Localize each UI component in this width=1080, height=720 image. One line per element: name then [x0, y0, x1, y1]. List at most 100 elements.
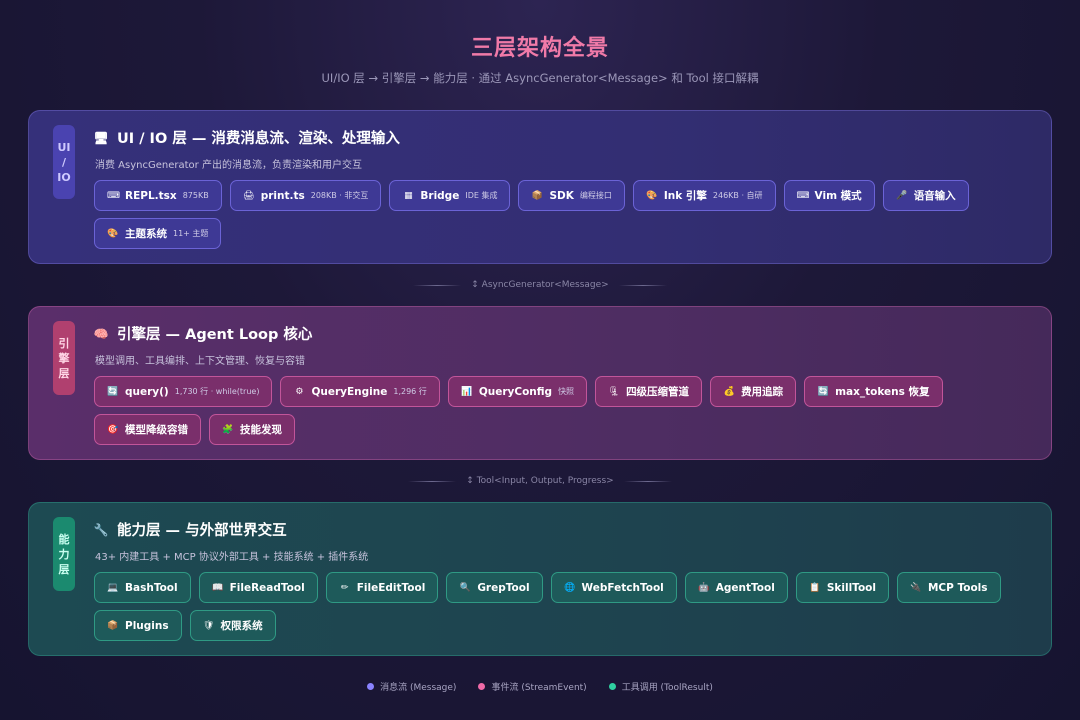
chip-vim-模式[interactable]: ⌨ Vim 模式 — [783, 180, 875, 211]
chip-note: 编程接口 — [579, 191, 612, 200]
chip-语音输入[interactable]: 🎤 语音输入 — [882, 180, 969, 211]
layer-engine: 引 擎 层 🧠 引擎层 — Agent Loop 核心 模型调用、工具编排、上下… — [28, 306, 1052, 460]
page-title: 三层架构全景 — [470, 36, 609, 61]
chip-主题系统[interactable]: 🎨 主题系统 11+ 主题 — [94, 218, 222, 249]
layer-title-capability: 🔧 能力层 — 与外部世界交互 — [93, 522, 287, 540]
chip-label: 费用追踪 — [741, 386, 784, 398]
chip-fileedittool[interactable]: ✏ FileEditTool — [325, 572, 439, 603]
chip-费用追踪[interactable]: 💰 费用追踪 — [710, 376, 797, 407]
chip-queryconfig[interactable]: 📊 QueryConfig 快照 — [447, 376, 588, 407]
chip-note: 1,730 行 · while(true) — [174, 387, 260, 396]
chip-icon: 🤖 — [698, 582, 710, 593]
legend-dot — [608, 683, 616, 690]
chip-label: SkillTool — [826, 581, 876, 594]
chip-label: MCP Tools — [927, 581, 988, 594]
chip-icon: 🎤 — [896, 190, 908, 201]
chip-filereadtool[interactable]: 📖 FileReadTool — [198, 572, 318, 603]
chip-webfetchtool[interactable]: 🌐 WebFetchTool — [550, 572, 677, 603]
chip-plugins[interactable]: 📦 Plugins — [94, 610, 182, 641]
wrench-icon: 🔧 — [93, 522, 109, 537]
connector-engine-cap: ↕ Tool<Input, Output, Progress> — [0, 474, 1080, 488]
chip-label: 权限系统 — [220, 620, 263, 632]
chip-repl-tsx[interactable]: ⌨ REPL.tsx 875KB — [94, 180, 222, 211]
layer-title-ui-io: 🖥 UI / IO 层 — 消费消息流、渲染、处理输入 — [93, 130, 400, 148]
chip-label: 四级压缩管道 — [626, 386, 690, 398]
legend-item-message: 消息流 (Message) — [367, 680, 456, 693]
connector-label: ↕ Tool<Input, Output, Progress> — [466, 476, 614, 486]
chip-skilltool[interactable]: 📋 SkillTool — [795, 572, 889, 603]
legend: 消息流 (Message) 事件流 (StreamEvent) 工具调用 (To… — [0, 680, 1080, 693]
chip-icon: 🔍 — [459, 582, 471, 593]
chip-icon: ⌨ — [107, 190, 120, 201]
chip-icon: 📋 — [809, 582, 821, 593]
chip-icon: ✏ — [340, 582, 349, 593]
chip-note: 875KB — [182, 191, 209, 200]
legend-dot — [478, 683, 486, 690]
chip-queryengine[interactable]: ⚙ QueryEngine 1,296 行 — [280, 376, 440, 407]
chip-icon: 🔄 — [817, 386, 829, 397]
legend-item-stream-event: 事件流 (StreamEvent) — [478, 680, 587, 693]
layer-desc-capability: 43+ 内建工具 + MCP 协议外部工具 + 技能系统 + 插件系统 — [95, 552, 369, 563]
chip-icon: 🎯 — [107, 424, 119, 435]
layer-tag-capability: 能 力 层 — [53, 517, 75, 591]
chip-ink-引擎[interactable]: 🎨 Ink 引擎 246KB · 自研 — [632, 180, 776, 211]
legend-item-tool-result: 工具调用 (ToolResult) — [608, 680, 713, 693]
chip-note: 1,296 行 — [393, 387, 427, 396]
chip-mcp-tools[interactable]: 🔌 MCP Tools — [896, 572, 1001, 603]
chip-icon: ▦ — [404, 190, 413, 201]
chip-label: QueryConfig — [478, 385, 553, 398]
chip-label: max_tokens 恢复 — [835, 386, 930, 398]
chip-label: 技能发现 — [240, 424, 282, 436]
chip-greptool[interactable]: 🔍 GrepTool — [446, 572, 543, 603]
chip-icon: 💰 — [723, 386, 735, 397]
chip-label: AgentTool — [715, 581, 775, 594]
connector-label: ↕ AsyncGenerator<Message> — [471, 280, 609, 290]
chip-print-ts[interactable]: 🖨 print.ts 208KB · 非交互 — [229, 180, 382, 211]
chip-list-ui-io: ⌨ REPL.tsx 875KB 🖨 print.ts 208KB · 非交互 ▦ Bridg… — [94, 180, 1034, 249]
layer-tag-engine: 引 擎 层 — [53, 321, 75, 395]
layer-ui-io: UI / IO 🖥 UI / IO 层 — 消费消息流、渲染、处理输入 消费 A… — [28, 110, 1052, 264]
chip-icon: 🧩 — [222, 424, 234, 435]
chip-bashtool[interactable]: 💻 BashTool — [94, 572, 191, 603]
chip-query[interactable]: 🔄 query() 1,730 行 · while(true) — [94, 376, 273, 407]
chip-label: WebFetchTool — [581, 581, 664, 594]
chip-技能发现[interactable]: 🧩 技能发现 — [209, 414, 295, 445]
chip-四级压缩管道[interactable]: 🗜 四级压缩管道 — [595, 376, 703, 407]
layer-title-engine: 🧠 引擎层 — Agent Loop 核心 — [93, 326, 313, 344]
chip-label: QueryEngine — [311, 385, 388, 398]
chip-icon: 🖨 — [242, 190, 255, 201]
chip-sdk[interactable]: 📦 SDK 编程接口 — [518, 180, 625, 211]
chip-label: 模型降级容错 — [125, 424, 188, 436]
chip-icon: 📖 — [212, 582, 224, 593]
brain-icon: 🧠 — [93, 326, 109, 341]
chip-icon: 🎨 — [646, 190, 658, 201]
chip-note: 208KB · 非交互 — [310, 191, 369, 200]
chip-label: query() — [125, 385, 169, 398]
layer-desc-ui-io: 消费 AsyncGenerator 产出的消息流，负责渲染和用户交互 — [95, 160, 362, 171]
layer-desc-engine: 模型调用、工具编排、上下文管理、恢复与容错 — [95, 356, 305, 367]
chip-note: 246KB · 自研 — [712, 191, 763, 200]
monitor-icon: 🖥 — [93, 130, 109, 145]
connector-ui-engine: ↕ AsyncGenerator<Message> — [0, 278, 1080, 292]
chip-bridge[interactable]: ▦ Bridge IDE 集成 — [389, 180, 511, 211]
chip-权限系统[interactable]: 🛡 权限系统 — [189, 610, 276, 641]
chip-icon: 🎨 — [107, 228, 119, 239]
chip-label: 主题系统 — [125, 228, 167, 240]
chip-note: 快照 — [558, 387, 575, 396]
chip-label: Ink 引擎 — [663, 190, 707, 202]
chip-agenttool[interactable]: 🤖 AgentTool — [684, 572, 788, 603]
chip-label: FileReadTool — [229, 581, 305, 594]
chip-label: print.ts — [260, 189, 305, 202]
chip-icon: 📊 — [461, 386, 473, 397]
chip-icon: ⚙ — [295, 386, 304, 397]
chip-label: GrepTool — [477, 581, 530, 594]
chip-label: REPL.tsx — [125, 189, 177, 202]
chip-icon: 💻 — [107, 582, 119, 593]
chip-icon: 📦 — [107, 620, 119, 631]
chip-icon: 🌐 — [563, 582, 576, 593]
chip-note: 11+ 主题 — [173, 229, 209, 238]
chip-模型降级容错[interactable]: 🎯 模型降级容错 — [94, 414, 201, 445]
legend-dot — [367, 683, 375, 690]
chip-label: Bridge — [420, 189, 460, 202]
chip-max-tokens-恢复[interactable]: 🔄 max_tokens 恢复 — [804, 376, 943, 407]
